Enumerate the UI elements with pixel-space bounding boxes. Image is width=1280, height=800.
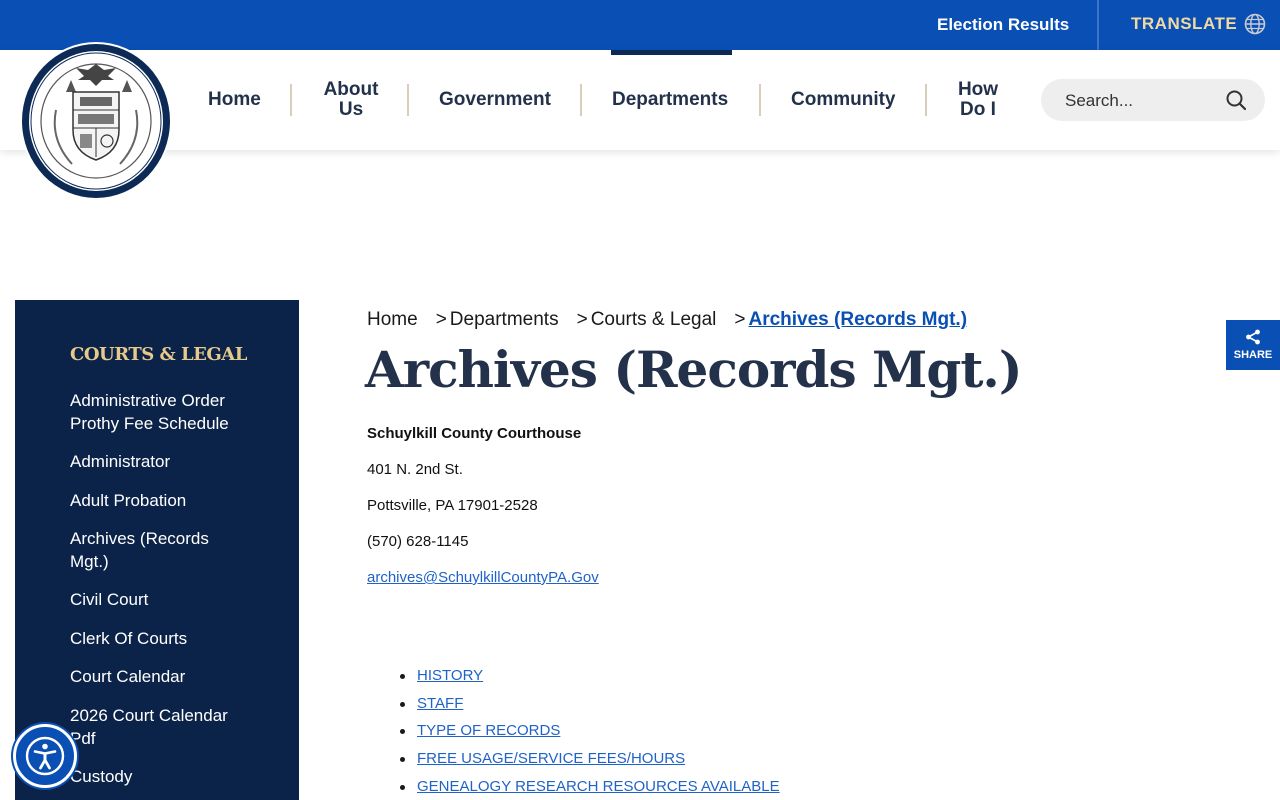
sidebar-item-court-calendar[interactable]: Court Calendar xyxy=(70,665,260,688)
phone-number: (570) 628-1145 xyxy=(367,533,469,550)
section-link-type-of-records[interactable]: TYPE OF RECORDS xyxy=(417,722,560,739)
office-name: Schuylkill County Courthouse xyxy=(367,425,582,442)
list-item: STAFF xyxy=(400,695,780,723)
nav-how-do-i[interactable]: How Do I xyxy=(955,80,1001,120)
address-line-1: 401 N. 2nd St. xyxy=(367,461,463,478)
top-utility-bar: Election Results TRANSLATE xyxy=(0,0,1280,50)
nav-active-indicator xyxy=(611,50,732,55)
breadcrumb-home[interactable]: Home xyxy=(367,309,418,330)
accessibility-button[interactable] xyxy=(13,724,77,788)
translate-button[interactable]: TRANSLATE xyxy=(1131,14,1237,34)
section-link-history[interactable]: HISTORY xyxy=(417,667,483,684)
nav-separator xyxy=(759,84,761,116)
search-input[interactable]: Search... xyxy=(1041,79,1265,121)
sidebar-item-2026-court-calendar-pdf[interactable]: 2026 Court Calendar Pdf xyxy=(70,704,250,750)
section-link-staff[interactable]: STAFF xyxy=(417,695,463,712)
globe-icon[interactable] xyxy=(1244,13,1266,35)
list-item: HISTORY xyxy=(400,667,780,695)
list-item: FREE USAGE/SERVICE FEES/HOURS xyxy=(400,750,780,778)
election-results-link[interactable]: Election Results xyxy=(937,15,1069,35)
nav-separator xyxy=(580,84,582,116)
accessibility-icon xyxy=(25,736,65,776)
nav-about-line1: About xyxy=(323,79,379,100)
breadcrumb-separator: > xyxy=(435,309,447,330)
nav-howdoi-line1: How xyxy=(957,79,999,100)
section-link-genealogy[interactable]: GENEALOGY RESEARCH RESOURCES AVAILABLE xyxy=(417,778,780,795)
topbar-divider xyxy=(1097,0,1099,50)
sidebar-item-administrator[interactable]: Administrator xyxy=(70,450,260,473)
share-label: SHARE xyxy=(1233,349,1273,361)
page-title: Archives (Records Mgt.) xyxy=(365,340,1022,399)
list-item: TYPE OF RECORDS xyxy=(400,722,780,750)
sidebar-nav: COURTS & LEGAL Administrative Order Prot… xyxy=(15,300,299,800)
nav-about-us[interactable]: About Us xyxy=(322,80,380,120)
county-seal-logo[interactable] xyxy=(18,40,174,202)
search-icon[interactable] xyxy=(1225,89,1247,111)
nav-about-line2: Us xyxy=(338,99,364,120)
address-line-2: Pottsville, PA 17901-2528 xyxy=(367,497,538,514)
nav-separator xyxy=(290,84,292,116)
section-link-fees-hours[interactable]: FREE USAGE/SERVICE FEES/HOURS xyxy=(417,750,685,767)
nav-howdoi-line2: Do I xyxy=(960,99,996,120)
breadcrumb-current[interactable]: Archives (Records Mgt.) xyxy=(748,309,967,330)
nav-separator xyxy=(407,84,409,116)
search-placeholder: Search... xyxy=(1065,91,1134,110)
sidebar-item-archives[interactable]: Archives (Records Mgt.) xyxy=(70,527,240,573)
nav-separator xyxy=(925,84,927,116)
sidebar-title: COURTS & LEGAL xyxy=(70,344,247,365)
share-button[interactable]: SHARE xyxy=(1226,320,1280,370)
breadcrumb: Home > Departments > Courts & Legal > Archives… xyxy=(367,309,971,331)
nav-departments[interactable]: Departments xyxy=(612,90,728,110)
sidebar-item-clerk-of-courts[interactable]: Clerk Of Courts xyxy=(70,627,260,650)
email-link[interactable]: archives@SchuylkillCountyPA.Gov xyxy=(367,569,599,586)
breadcrumb-separator: > xyxy=(576,309,588,330)
sidebar-item-custody[interactable]: Custody xyxy=(70,765,260,788)
breadcrumb-courts-legal[interactable]: Courts & Legal xyxy=(591,309,717,330)
page-section-links: HISTORY STAFF TYPE OF RECORDS FREE USAGE… xyxy=(400,667,780,800)
share-icon xyxy=(1246,329,1260,345)
breadcrumb-separator: > xyxy=(734,309,746,330)
list-item: GENEALOGY RESEARCH RESOURCES AVAILABLE xyxy=(400,778,780,800)
nav-government[interactable]: Government xyxy=(439,90,551,110)
nav-community[interactable]: Community xyxy=(791,90,896,110)
breadcrumb-departments[interactable]: Departments xyxy=(450,309,559,330)
sidebar-item-administrative-order[interactable]: Administrative Order Prothy Fee Schedule xyxy=(70,389,260,435)
sidebar-item-adult-probation[interactable]: Adult Probation xyxy=(70,489,260,512)
nav-home[interactable]: Home xyxy=(208,90,261,110)
sidebar-item-civil-court[interactable]: Civil Court xyxy=(70,588,260,611)
